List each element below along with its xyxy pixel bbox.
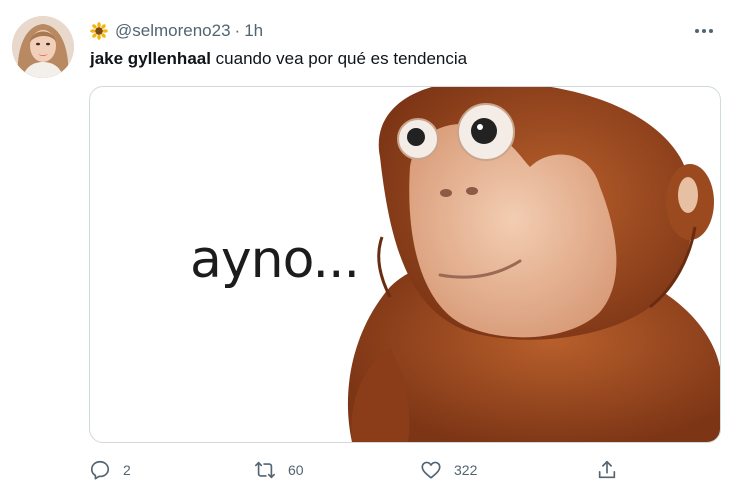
tweet-text: jake gyllenhaal cuando vea por qué es te… [90,48,467,70]
avatar[interactable] [12,16,74,78]
reply-icon [90,460,110,480]
tweet-text-bold: jake gyllenhaal [90,49,211,68]
heart-icon [421,461,441,479]
tweet-card[interactable]: @selmoreno23 · 1h jake gyllenhaal cuando… [0,0,740,497]
reply-count: 2 [123,462,131,478]
sunflower-icon [90,22,108,40]
meme-caption: ayno... [190,230,360,290]
tweet-header: @selmoreno23 · 1h [90,20,720,42]
more-button[interactable] [690,20,718,42]
retweet-button[interactable]: 60 [254,458,304,482]
retweet-icon [255,461,275,479]
reply-button[interactable]: 2 [89,458,131,482]
more-dots-icon [695,29,713,33]
share-button[interactable] [596,458,618,482]
like-count: 322 [454,462,478,478]
share-icon [598,460,616,479]
separator-dot: · [234,21,241,40]
profile-photo [12,16,74,78]
tweet-image[interactable]: ayno... [89,86,721,443]
user-handle[interactable]: @selmoreno23 [115,21,231,41]
monkey-plush-image [347,87,720,442]
tweet-time[interactable]: 1h [244,21,263,41]
action-bar: 2 60 322 [89,458,629,482]
tweet-text-rest: cuando vea por qué es tendencia [210,49,468,68]
like-button[interactable]: 322 [420,458,477,482]
retweet-count: 60 [288,462,304,478]
